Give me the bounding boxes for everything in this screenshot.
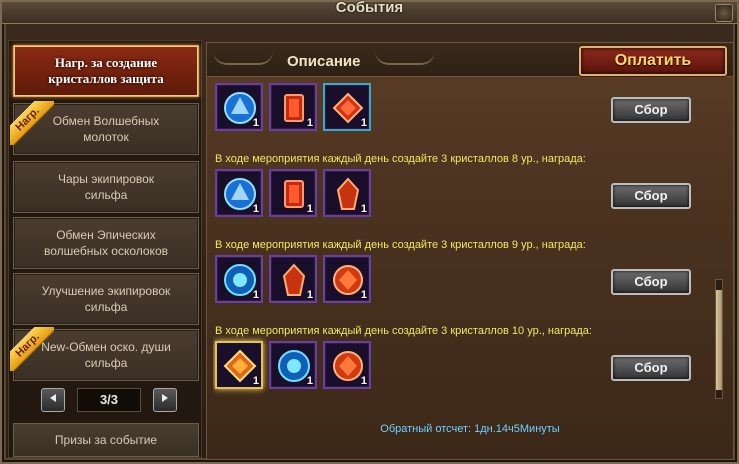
collect-button[interactable]: Сбор [611, 355, 691, 381]
sidebar-item-sylph-enchant[interactable]: Чары экипировок сильфа [13, 161, 199, 213]
sidebar-item-crystal-creation[interactable]: Нагр. за создание кристаллов защита [13, 45, 199, 97]
task-description: В ходе мероприятия каждый день создайте … [215, 325, 592, 337]
sidebar-item-hammer-exchange[interactable]: Нагр. Обмен Волшебных молоток [10, 101, 199, 155]
collect-button[interactable]: Сбор [611, 97, 691, 123]
sidebar-item-label: Чары экипировок сильфа [57, 172, 155, 202]
panel-header: Описание Оплатить [207, 43, 733, 77]
triangle-left-icon [50, 394, 56, 402]
task-description: В ходе мероприятия каждый день создайте … [215, 239, 586, 251]
window-title: События [335, 0, 404, 16]
sidebar-item-soul-shards[interactable]: Нагр. New-Обмен оско. души сильфа [10, 327, 199, 381]
event-list: Нагр. за создание кристаллов защита Нагр… [8, 40, 202, 458]
next-page-button[interactable] [153, 388, 177, 412]
reward-items: 1 1 1 [215, 83, 371, 131]
reward-ribbon: Нагр. [10, 327, 54, 371]
reward-items: 1 1 1 [215, 341, 371, 389]
event-prizes-button[interactable]: Призы за событие [13, 423, 199, 457]
reward-slot[interactable]: 1 [215, 169, 263, 217]
reward-slot[interactable]: 1 [323, 341, 371, 389]
close-button[interactable] [715, 4, 733, 22]
task-description: В ходе мероприятия каждый день создайте … [215, 153, 586, 165]
sidebar-item-label: Обмен Волшебных молоток [52, 114, 160, 144]
sidebar-item-epic-shards[interactable]: Обмен Эпических волшебных осколоков [13, 217, 199, 269]
sidebar-item-label: Нагр. за создание кристаллов защита [48, 55, 164, 86]
countdown-text: Обратный отсчет: 1дн.14ч5Минуты [380, 423, 560, 435]
reward-slot[interactable]: 1 [215, 83, 263, 131]
reward-slot[interactable]: 1 [323, 169, 371, 217]
reward-slot[interactable]: 1 [269, 255, 317, 303]
title-bar: События [2, 0, 737, 24]
sidebar-item-label: Обмен Эпических волшебных осколоков [44, 228, 168, 258]
page-count: 3/3 [77, 388, 141, 412]
sidebar-item-label: Улучшение экипировок сильфа [41, 284, 171, 314]
reward-slot[interactable]: 1 [215, 255, 263, 303]
reward-ribbon: Нагр. [10, 101, 54, 145]
description-title: Описание [287, 53, 361, 70]
reward-slot[interactable]: 1 [215, 341, 263, 389]
event-detail-panel: Описание Оплатить 1 1 1 Сбор В ходе меро… [206, 42, 734, 460]
prev-page-button[interactable] [41, 388, 65, 412]
reward-list: 1 1 1 Сбор В ходе мероприятия каждый ден… [213, 79, 713, 423]
reward-slot[interactable]: 1 [323, 255, 371, 303]
reward-slot[interactable]: 1 [269, 341, 317, 389]
reward-slot[interactable]: 1 [269, 169, 317, 217]
ornament-icon [213, 51, 273, 65]
collect-button[interactable]: Сбор [611, 269, 691, 295]
scrollbar[interactable] [715, 279, 723, 399]
pager: 3/3 [41, 387, 177, 413]
reward-slot[interactable]: 1 [323, 83, 371, 131]
pay-button[interactable]: Оплатить [579, 46, 727, 76]
sidebar-item-label: New-Обмен оско. души сильфа [41, 340, 171, 370]
ornament-icon [375, 51, 435, 65]
sidebar-item-sylph-upgrade[interactable]: Улучшение экипировок сильфа [13, 273, 199, 325]
collect-button[interactable]: Сбор [611, 183, 691, 209]
reward-slot[interactable]: 1 [269, 83, 317, 131]
reward-items: 1 1 1 [215, 169, 371, 217]
scrollbar-thumb[interactable] [716, 290, 722, 390]
reward-items: 1 1 1 [215, 255, 371, 303]
events-window: События Нагр. за создание кристаллов защ… [0, 0, 739, 464]
triangle-right-icon [162, 394, 168, 402]
